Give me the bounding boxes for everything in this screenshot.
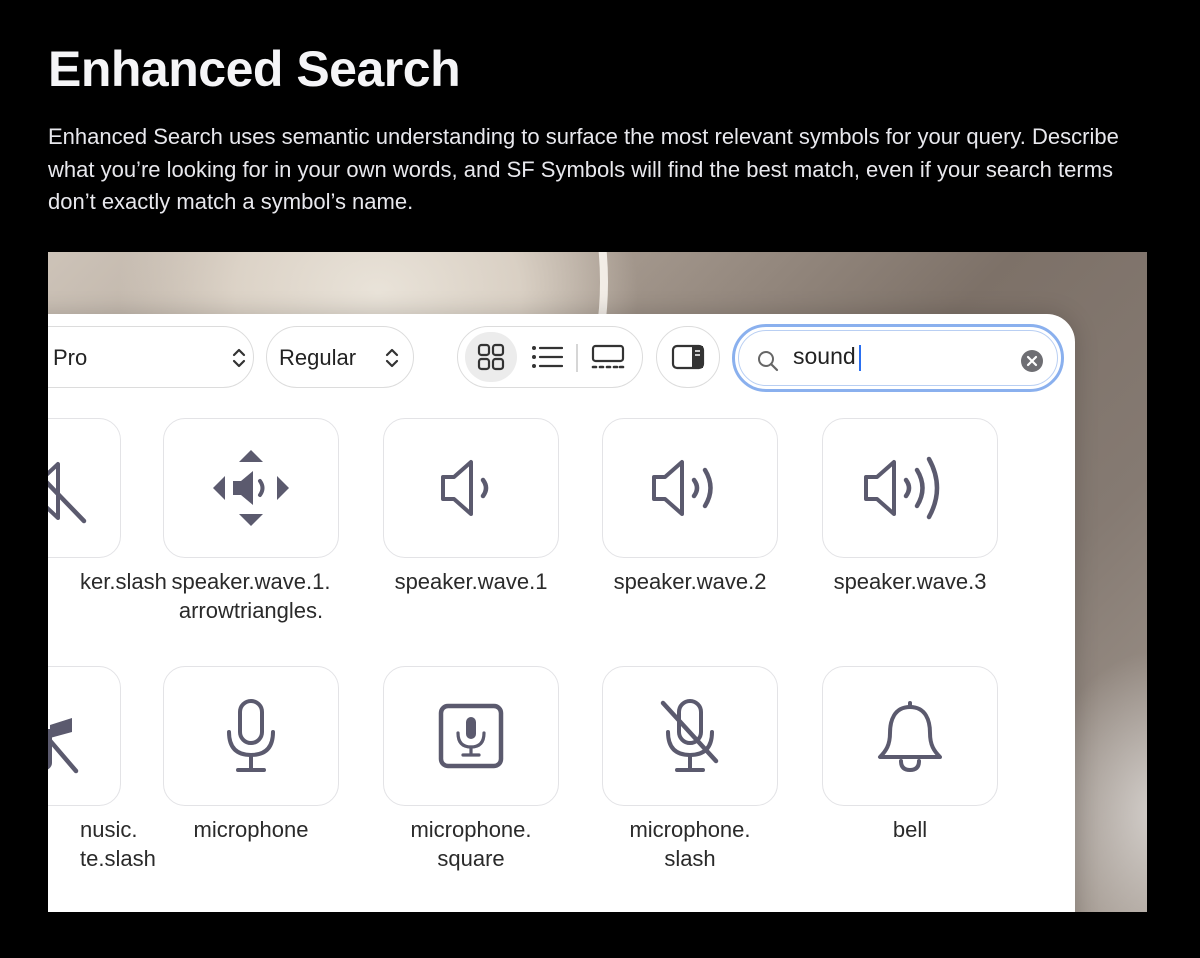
symbol-label: speaker.wave.1 bbox=[394, 569, 548, 594]
symbol-tile-bell[interactable] bbox=[822, 666, 998, 806]
symbol-label: bell bbox=[892, 817, 928, 842]
list-bullet-icon bbox=[532, 346, 563, 368]
weight-selector-label: Regular bbox=[279, 345, 357, 370]
bell-icon bbox=[878, 701, 942, 773]
symbol-tile-microphone[interactable] bbox=[163, 666, 339, 806]
list-view-button[interactable] bbox=[521, 332, 573, 382]
symbol-tile-microphone-slash[interactable] bbox=[602, 666, 778, 806]
grid-view-button[interactable] bbox=[465, 332, 517, 382]
gallery-icon bbox=[591, 344, 625, 369]
speaker-wave-2-icon bbox=[652, 460, 713, 516]
xmark-circle-fill-icon[interactable] bbox=[1021, 350, 1043, 372]
segment-divider bbox=[576, 344, 578, 372]
magnifyingglass-icon bbox=[758, 351, 779, 372]
microphone-slash-icon bbox=[660, 699, 719, 772]
symbol-tile-microphone-square[interactable] bbox=[383, 666, 559, 806]
symbol-tile-music-note-slash[interactable] bbox=[48, 666, 121, 806]
gallery-view-button[interactable] bbox=[582, 332, 634, 382]
symbol-label: microphone bbox=[193, 817, 309, 842]
speaker-arrowtriangles-icon bbox=[213, 450, 289, 526]
inspector-toggle-button[interactable] bbox=[656, 326, 720, 388]
weight-selector[interactable]: Regular bbox=[266, 326, 414, 388]
view-mode-segmented-control bbox=[457, 326, 643, 388]
text-caret bbox=[859, 345, 861, 371]
symbol-tile-speaker-wave-1[interactable] bbox=[383, 418, 559, 558]
microphone-icon bbox=[227, 699, 275, 772]
sf-symbols-window: Pro Regular sound ker.slash speaker.wave… bbox=[48, 314, 1075, 912]
hero-image: Pro Regular sound ker.slash speaker.wave… bbox=[48, 252, 1147, 912]
font-selector-label: Pro bbox=[53, 345, 88, 370]
speaker-wave-1-icon bbox=[441, 460, 489, 516]
speaker-slash-icon bbox=[48, 462, 87, 524]
music-note-slash-icon bbox=[48, 718, 79, 774]
symbol-tile-speaker-wave-1-arrowtriangles[interactable] bbox=[163, 418, 339, 558]
symbol-label: speaker.wave.2 bbox=[613, 569, 767, 594]
symbol-tile-speaker-wave-2[interactable] bbox=[602, 418, 778, 558]
font-selector[interactable]: Pro bbox=[48, 326, 254, 388]
chevron-updown-icon bbox=[232, 348, 246, 368]
grid-2x2-icon bbox=[477, 343, 505, 371]
speaker-wave-3-icon bbox=[864, 456, 940, 520]
symbol-label: microphone. slash bbox=[629, 817, 751, 871]
symbol-label: speaker.wave.1. arrowtriangles. bbox=[171, 569, 331, 623]
symbol-tile-speaker-slash[interactable] bbox=[48, 418, 121, 558]
search-input[interactable] bbox=[793, 341, 993, 371]
chevron-updown-icon bbox=[385, 348, 399, 368]
sidebar-right-icon bbox=[671, 344, 705, 370]
page-description: Enhanced Search uses semantic understand… bbox=[48, 124, 1119, 214]
search-field[interactable] bbox=[732, 324, 1064, 392]
symbol-tile-speaker-wave-3[interactable] bbox=[822, 418, 998, 558]
microphone-square-icon bbox=[438, 703, 504, 769]
symbol-label: speaker.wave.3 bbox=[833, 569, 987, 594]
page-title: Enhanced Search bbox=[48, 41, 461, 97]
symbol-label: microphone. square bbox=[410, 817, 532, 871]
